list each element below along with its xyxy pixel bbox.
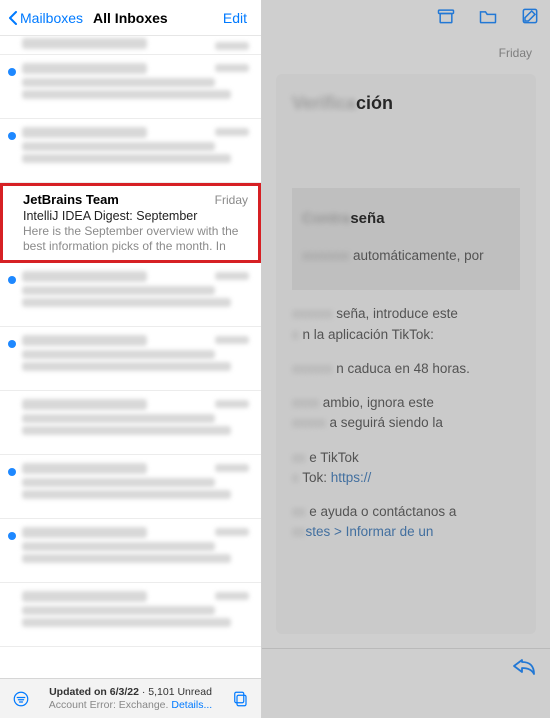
message-item[interactable]: Facebook mentions FridaySomeone tagged yo… [0,55,261,119]
message-sender: LinkedIn Job Alerts [22,463,147,474]
message-sender: JetBrains Team [23,192,119,207]
message-preview: See what you missed from people you foll… [22,362,231,371]
message-preview: Here is the September overview with the … [23,224,248,254]
detail-help-link[interactable]: xxstes > Informar de un [292,524,433,539]
message-list[interactable]: SouthwestFacebook mentionsFridaySomeone … [0,36,261,678]
message-sender: Pocket [22,271,147,282]
footer-status: Updated on 6/3/22 · 5,101 Unread Account… [34,686,227,711]
message-date: Friday [215,336,249,344]
back-label: Mailboxes [20,10,83,26]
unread-dot-icon [8,532,16,540]
filter-icon[interactable] [8,690,34,708]
message-sender: Twitter [22,335,147,346]
message-sender: Twitter [22,127,147,138]
message-sender: Samsung Electronics [22,527,147,538]
message-sender: LinkedIn Job Alerts [22,399,147,410]
message-preview: Save on Galaxy devices this week. [22,554,231,563]
detail-para-1: xxxxxxx automáticamente, por [302,246,510,266]
message-item[interactable]: Southwest [0,36,261,55]
unread-count: 5,101 Unread [148,686,212,698]
message-item[interactable]: LinkedIn Job Alerts Thursday5 new jobs fo… [0,391,261,455]
account-error-label: Account Error: Exchange. [49,699,169,711]
updated-text: Updated on 6/3/22 [49,686,139,698]
archive-icon[interactable] [436,6,456,31]
message-date: Thursday [215,400,249,408]
message-subject: New jobs in United Kingdom [22,478,215,487]
list-navbar: Mailboxes All Inboxes Edit [0,0,261,36]
detail-navbar [262,0,550,36]
unread-dot-icon [8,468,16,476]
list-title: All Inboxes [93,10,168,26]
message-sender: Facebook mentions [22,63,147,74]
message-date: Friday [215,193,248,207]
message-date [215,42,249,50]
compose-icon[interactable] [520,6,540,31]
message-item-highlighted[interactable]: JetBrains Team Friday IntelliJ IDEA Digest… [0,183,261,263]
message-item[interactable]: LinkedIn Job Alerts ThursdayNew jobs in U… [0,455,261,519]
message-subject: Your highlights [22,606,215,615]
message-date: Friday [215,64,249,72]
back-to-mailboxes[interactable]: Mailboxes [8,10,83,26]
message-subject: Someone tagged you on Facebook [22,78,215,87]
unread-dot-icon [8,68,16,76]
message-subject: Your timeline recap [22,350,215,359]
message-item[interactable]: Pocket FridayLife on Amazon The week's bes… [0,263,261,327]
message-date: Friday [215,128,249,136]
detail-help: xx e ayuda o contáctanos axxstes > Infor… [292,502,520,543]
detail-section-heading: Contraseña [302,206,385,233]
message-item[interactable]: Twitter FridayYour timeline recap See what… [0,327,261,391]
detail-date: Friday [262,36,550,60]
message-subject: Special offer just for you [22,542,215,551]
message-date: Thursday [215,528,249,536]
unread-dot-icon [8,276,16,284]
message-subject: IntelliJ IDEA Digest: September [23,209,248,223]
message-sender: Twitter [22,591,147,602]
message-date: Thursday [215,592,249,600]
detail-signature: xx e TikTokx Tok: https:// [292,448,520,489]
message-sender: Southwest [22,38,147,49]
message-preview: The week's best reads. [22,298,231,307]
edit-button[interactable]: Edit [223,10,253,26]
message-preview: You have new activity waiting. [22,90,231,99]
detail-body[interactable]: Verificación Contraseña xxxxxxx automáti… [276,74,536,634]
mail-detail-pane: Friday Verificación Contraseña xxxxxxx a… [262,0,550,718]
detail-heading: Verificación [292,90,520,117]
message-date: Friday [215,272,249,280]
reply-icon[interactable] [512,656,536,681]
detail-para-2: xxxxxx seña, introduce estex n la aplica… [292,304,520,345]
chevron-left-icon [8,11,18,25]
message-subject: 5 new jobs for 'Producer, Writer' [22,414,215,423]
mail-list-pane: Mailboxes All Inboxes Edit Southwest Face… [0,0,262,718]
message-subject: Life on Amazon [22,286,215,295]
message-item[interactable]: Twitter ThursdayYour highlights Top posts … [0,583,261,647]
unread-dot-icon [8,340,16,348]
error-details-link[interactable]: Details... [171,699,212,711]
detail-link[interactable]: https:// [331,470,372,485]
compose-copy-icon[interactable] [227,690,253,708]
folder-icon[interactable] [478,6,498,31]
list-footer: Updated on 6/3/22 · 5,101 Unread Account… [0,678,261,718]
message-date: Thursday [215,464,249,472]
message-preview: Top posts from your network. [22,618,231,627]
detail-para-3: xxxxxx n caduca en 48 horas. [292,359,520,379]
message-preview: Apply now to roles matching your alerts. [22,490,231,499]
message-item[interactable]: Twitter FridayNew direct message Someone s… [0,119,261,183]
message-preview: Based on your profile and search history… [22,426,231,435]
message-preview: Someone sent you a message. [22,154,231,163]
message-subject: New direct message [22,142,215,151]
detail-footer [262,648,550,688]
detail-para-4: xxxx ambio, ignora estexxxxx a seguirá s… [292,393,520,434]
message-item[interactable]: Samsung Electronics ThursdaySpecial offer… [0,519,261,583]
unread-dot-icon [8,132,16,140]
